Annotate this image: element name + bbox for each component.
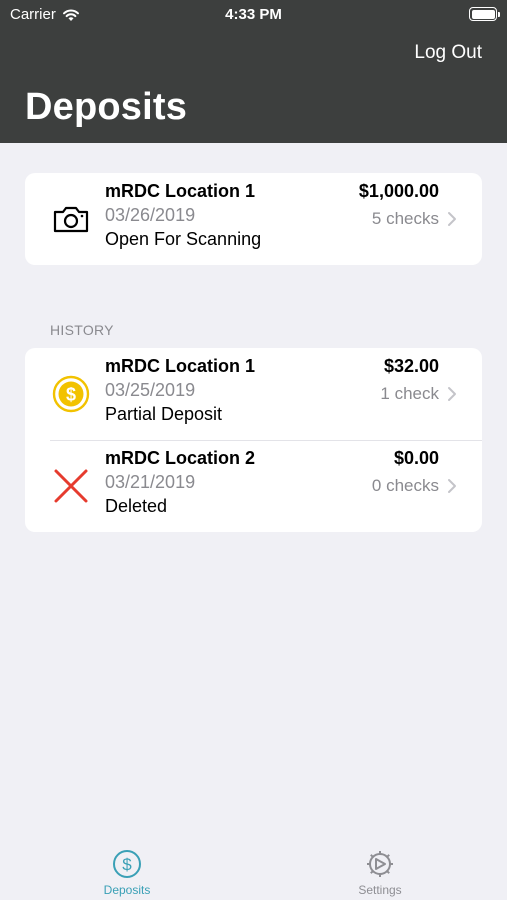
tab-deposits[interactable]: $ Deposits: [67, 849, 187, 897]
chevron-right-icon: [448, 212, 456, 226]
tab-label: Settings: [358, 883, 402, 897]
gear-icon: [367, 851, 393, 877]
status-time: 4:33 PM: [225, 6, 282, 23]
camera-icon: [53, 206, 89, 233]
deposit-check-count: 5 checks: [371, 209, 439, 228]
chevron-right-icon: [448, 479, 456, 493]
current-deposit-card: mRDC Location 1 03/26/2019 Open For Scan…: [25, 173, 482, 265]
nav-header: Carrier 4:33 PM Log Out Deposits: [0, 0, 507, 143]
dollar-circle-icon: $: [113, 850, 141, 878]
dollar-coin-icon: $: [52, 375, 90, 413]
deposit-row-current[interactable]: mRDC Location 1 03/26/2019 Open For Scan…: [25, 173, 482, 265]
history-card: $ mRDC Location 1 03/25/2019 Partial Dep…: [25, 348, 482, 532]
battery-icon: [469, 7, 500, 21]
deposit-amount: $1,000.00: [358, 181, 439, 201]
status-bar: Carrier 4:33 PM: [0, 0, 507, 30]
deposit-name: mRDC Location 1: [105, 181, 256, 201]
deposit-amount: $32.00: [383, 356, 439, 376]
x-icon: [54, 469, 88, 503]
deposit-date: 03/21/2019: [105, 472, 196, 492]
chevron-right-icon: [448, 387, 456, 401]
svg-text:$: $: [66, 385, 76, 405]
history-row[interactable]: mRDC Location 2 03/21/2019 Deleted $0.00…: [25, 440, 482, 532]
deposit-check-count: 0 checks: [371, 476, 439, 495]
deposit-name: mRDC Location 1: [105, 356, 256, 376]
history-row[interactable]: $ mRDC Location 1 03/25/2019 Partial Dep…: [25, 348, 482, 440]
history-section-header: HISTORY: [50, 322, 114, 338]
deposit-check-count: 1 check: [380, 384, 439, 403]
deposit-status: Open For Scanning: [105, 229, 262, 249]
deposit-date: 03/26/2019: [105, 205, 196, 225]
tab-settings[interactable]: Settings: [320, 849, 440, 897]
page-title: Deposits: [25, 86, 188, 128]
svg-text:$: $: [122, 855, 132, 874]
deposit-amount: $0.00: [393, 448, 439, 468]
deposit-name: mRDC Location 2: [105, 448, 256, 468]
deposit-status: Deleted: [105, 496, 168, 516]
deposit-date: 03/25/2019: [105, 380, 196, 400]
tab-label: Deposits: [103, 883, 151, 897]
tab-bar: $ Deposits Settings: [0, 835, 507, 900]
deposit-status: Partial Deposit: [105, 404, 223, 424]
logout-button[interactable]: Log Out: [414, 42, 482, 64]
